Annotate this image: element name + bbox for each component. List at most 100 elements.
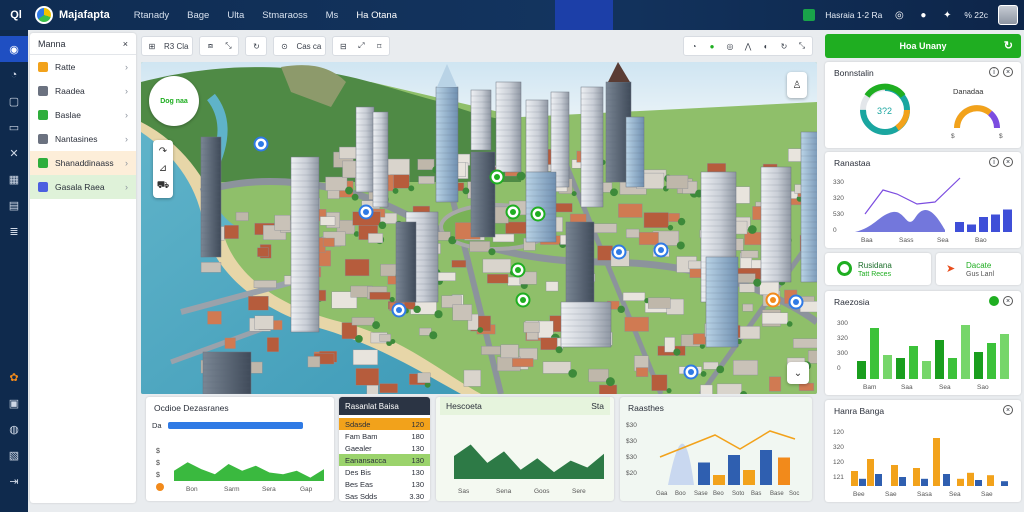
layers-icon[interactable]: ◎ bbox=[724, 39, 736, 53]
close-icon[interactable]: × bbox=[1003, 405, 1013, 415]
help-icon[interactable]: ◍ bbox=[0, 416, 28, 442]
calendar-icon[interactable]: ▤ bbox=[0, 192, 28, 218]
tree bbox=[676, 241, 685, 250]
legend-badge[interactable]: Dog naa bbox=[149, 76, 199, 126]
x-tick: Bon bbox=[186, 486, 198, 493]
person-icon[interactable]: ♙ bbox=[787, 72, 807, 98]
nav-item[interactable]: Bage bbox=[187, 10, 209, 21]
close-icon[interactable]: ▧ bbox=[0, 442, 28, 468]
close-icon[interactable]: × bbox=[1003, 67, 1013, 77]
close-icon[interactable]: × bbox=[123, 39, 128, 49]
info-icon[interactable]: i bbox=[989, 157, 999, 167]
crop-icon[interactable]: ⧈ bbox=[204, 39, 216, 53]
building bbox=[351, 317, 375, 326]
compass-icon[interactable]: ◔ bbox=[0, 62, 28, 88]
list-row[interactable]: Eanansacca 130 bbox=[339, 454, 430, 466]
map-pin-icon bbox=[391, 302, 407, 318]
notification-icon[interactable]: ● bbox=[916, 8, 930, 22]
rotate-icon[interactable]: ↻ bbox=[250, 39, 262, 53]
list-row[interactable]: Sas Sdds 3.30 bbox=[339, 490, 430, 501]
layer-item[interactable]: Raadea › bbox=[30, 79, 136, 103]
building bbox=[808, 350, 817, 364]
list-row[interactable]: Sdasde 120 bbox=[339, 418, 430, 430]
refresh-icon[interactable]: ↻ bbox=[778, 39, 790, 53]
kpi-title: Rusidana bbox=[858, 261, 892, 270]
nav-item[interactable]: Stmaraoss bbox=[262, 10, 307, 21]
building bbox=[500, 344, 519, 359]
bar bbox=[987, 475, 994, 486]
list-row[interactable]: Des Bis 130 bbox=[339, 466, 430, 478]
tilt-icon[interactable]: ⊿ bbox=[159, 163, 167, 174]
zoom-icon[interactable]: ⤡ bbox=[222, 39, 234, 53]
settings-icon[interactable]: ◎ bbox=[892, 8, 906, 22]
nav-item[interactable]: Rtanady bbox=[134, 10, 169, 21]
globe-icon[interactable]: ◉ bbox=[0, 36, 28, 62]
close-icon[interactable]: × bbox=[1003, 296, 1013, 306]
layer-item[interactable]: Gasala Raea › bbox=[30, 175, 136, 199]
layer-item[interactable]: Ratte › bbox=[30, 55, 136, 79]
layer-item[interactable]: Nantasines › bbox=[30, 127, 136, 151]
list-row[interactable]: Fam Bam 180 bbox=[339, 430, 430, 442]
y-tick: 330 bbox=[833, 179, 844, 186]
list-row[interactable]: Gaealer 130 bbox=[339, 442, 430, 454]
app-menu-icon[interactable]: Ql bbox=[5, 4, 27, 26]
alert-icon[interactable]: ✦ bbox=[940, 8, 954, 22]
building bbox=[636, 367, 649, 377]
building bbox=[463, 369, 482, 387]
mountain-icon[interactable]: ⋀ bbox=[742, 39, 754, 53]
tree bbox=[677, 217, 686, 226]
list-row[interactable]: Bes Eas 130 bbox=[339, 478, 430, 490]
collapse-icon[interactable]: ⌄ bbox=[787, 362, 809, 384]
building bbox=[325, 176, 348, 191]
tick-label: $ bbox=[951, 133, 955, 140]
target-icon[interactable]: ● bbox=[706, 39, 718, 53]
building bbox=[597, 245, 613, 261]
pin-icon[interactable]: ◐ bbox=[760, 39, 772, 53]
layers-panel: Manna × Ratte › Raadea › Baslae › Nantasines › S… bbox=[30, 33, 136, 503]
grid-icon[interactable]: ▦ bbox=[0, 166, 28, 192]
y-tick: 300 bbox=[837, 320, 848, 327]
layer-item[interactable]: Shanaddinaass › bbox=[30, 151, 136, 175]
avatar[interactable] bbox=[998, 5, 1018, 25]
gear-icon[interactable]: ✿ bbox=[0, 364, 28, 390]
monitor-icon[interactable]: ▭ bbox=[0, 114, 28, 140]
widget-title: Ocdioe Dezasranes bbox=[154, 403, 229, 413]
exit-icon[interactable]: ⇥ bbox=[0, 468, 28, 494]
select-icon[interactable]: ⊞ bbox=[146, 39, 158, 53]
gauge-fill bbox=[954, 105, 992, 129]
location-icon[interactable]: ◔ bbox=[688, 39, 700, 53]
bar bbox=[975, 480, 982, 486]
city-map-view[interactable]: Dog naa ↷ ⊿ ⛟ ♙ ⌄ bbox=[141, 62, 817, 394]
bar bbox=[713, 475, 725, 485]
nav-item[interactable]: Ms bbox=[326, 10, 339, 21]
tree bbox=[667, 224, 674, 231]
rotate-icon[interactable]: ↷ bbox=[159, 146, 167, 157]
document-icon[interactable]: ▣ bbox=[0, 390, 28, 416]
list-icon[interactable]: ≣ bbox=[0, 218, 28, 244]
close-icon[interactable]: × bbox=[1003, 157, 1013, 167]
tree bbox=[786, 321, 793, 327]
building bbox=[235, 212, 249, 221]
building bbox=[224, 225, 239, 239]
nav-item[interactable]: Ha Otana bbox=[356, 10, 397, 21]
right-panel-header[interactable]: Hoa Unany ↻ bbox=[825, 34, 1021, 58]
layers-icon[interactable]: ▢ bbox=[0, 88, 28, 114]
measure-icon[interactable]: ⊙ bbox=[278, 39, 290, 53]
expand-icon[interactable]: ⤢ bbox=[355, 39, 367, 53]
layer-item[interactable]: Baslae › bbox=[30, 103, 136, 127]
brand-logo bbox=[35, 6, 53, 24]
fullscreen-icon[interactable]: ⤡ bbox=[796, 39, 808, 53]
tower bbox=[435, 86, 459, 203]
pin-dot bbox=[258, 141, 264, 147]
refresh-icon[interactable]: ↻ bbox=[1004, 39, 1013, 52]
nav-item[interactable]: Ulta bbox=[227, 10, 244, 21]
tag-icon[interactable]: ⌑ bbox=[373, 39, 385, 53]
info-icon[interactable]: i bbox=[989, 67, 999, 77]
toolbar-label[interactable]: Cas ca bbox=[296, 39, 321, 53]
filter-icon[interactable]: ⊟ bbox=[337, 39, 349, 53]
share-icon[interactable]: ✕ bbox=[0, 140, 28, 166]
car-icon[interactable]: ⛟ bbox=[157, 180, 170, 193]
toolbar-label[interactable]: R3 Cla bbox=[164, 39, 188, 53]
status-icon[interactable] bbox=[989, 296, 999, 306]
kpi-card: ➤ Dacate Gus Lanl bbox=[936, 253, 1021, 285]
